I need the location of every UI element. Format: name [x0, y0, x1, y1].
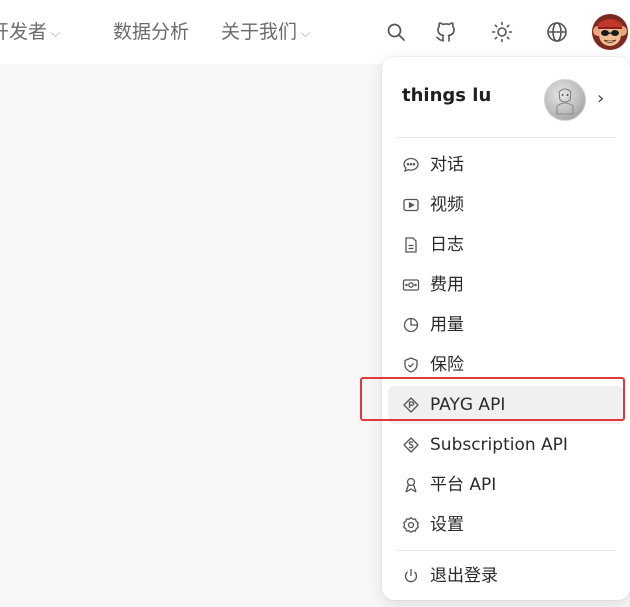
menu-item-label: 用量 — [430, 315, 464, 335]
nav-developer[interactable]: 开发者⌵ — [0, 18, 60, 46]
pie-chart-icon — [402, 316, 420, 334]
menu-item-logs[interactable]: 日志 — [388, 226, 624, 264]
nav-developer-label: 开发者 — [0, 21, 48, 43]
user-menu-header[interactable]: things lu › — [382, 57, 630, 137]
menu-item-label: Subscription API — [430, 435, 568, 455]
gear-icon — [402, 516, 420, 534]
menu-item-label: 视频 — [430, 195, 464, 215]
user-avatar-button[interactable] — [592, 14, 628, 50]
menu-item-usage[interactable]: 用量 — [388, 306, 624, 344]
menu-item-video[interactable]: 视频 — [388, 186, 624, 224]
nav-about-us[interactable]: 关于我们 ⌵ — [221, 18, 310, 46]
menu-item-label: 保险 — [430, 355, 464, 375]
chevron-right-icon: › — [597, 88, 605, 109]
nav-data-analysis[interactable]: 数据分析 — [113, 18, 189, 46]
menu-item-label: 日志 — [430, 235, 464, 255]
nav-data-analysis-label: 数据分析 — [113, 21, 190, 43]
menu-item-payg-api[interactable]: PAYG API — [388, 386, 624, 424]
menu-item-chat[interactable]: 对话 — [388, 146, 624, 184]
subscription-icon — [402, 436, 420, 454]
user-menu-dropdown: things lu › 对话 视频 日志 费用 用量 保险 PAYG API S… — [382, 57, 630, 600]
logout-label: 退出登录 — [430, 566, 498, 586]
money-icon — [402, 276, 420, 294]
document-icon — [402, 236, 420, 254]
menu-item-settings[interactable]: 设置 — [388, 506, 624, 544]
video-icon — [402, 196, 420, 214]
monkey-avatar-icon — [592, 14, 628, 50]
menu-item-label: 设置 — [430, 515, 464, 535]
platform-icon — [402, 476, 420, 494]
globe-icon[interactable] — [545, 20, 569, 44]
menu-item-platform-api[interactable]: 平台 API — [388, 466, 624, 504]
menu-item-insurance[interactable]: 保险 — [388, 346, 624, 384]
user-avatar — [544, 79, 586, 121]
menu-item-label: 对话 — [430, 155, 464, 175]
menu-item-subscription-api[interactable]: Subscription API — [388, 426, 624, 464]
username: things lu — [402, 85, 492, 106]
divider — [396, 137, 616, 138]
logout-button[interactable]: 退出登录 — [388, 557, 624, 595]
shield-icon — [402, 356, 420, 374]
sun-icon[interactable] — [490, 20, 514, 44]
search-icon[interactable] — [384, 20, 408, 44]
divider — [396, 550, 616, 551]
menu-item-label: 平台 API — [430, 475, 497, 495]
menu-item-label: 费用 — [430, 275, 464, 295]
power-icon — [402, 567, 420, 585]
avatar-sketch-icon — [556, 88, 574, 115]
top-navigation-bar: 开发者⌵ 数据分析 关于我们⌵ — [0, 0, 630, 64]
nav-about-us-label: 关于我们 — [221, 21, 298, 43]
github-icon[interactable] — [434, 20, 458, 44]
chat-icon — [402, 156, 420, 174]
chevron-down-icon: ⌵ — [301, 26, 311, 40]
menu-item-label: PAYG API — [430, 395, 506, 415]
payg-icon — [402, 396, 420, 414]
menu-item-billing[interactable]: 费用 — [388, 266, 624, 304]
chevron-down-icon: ⌵ — [51, 26, 61, 40]
